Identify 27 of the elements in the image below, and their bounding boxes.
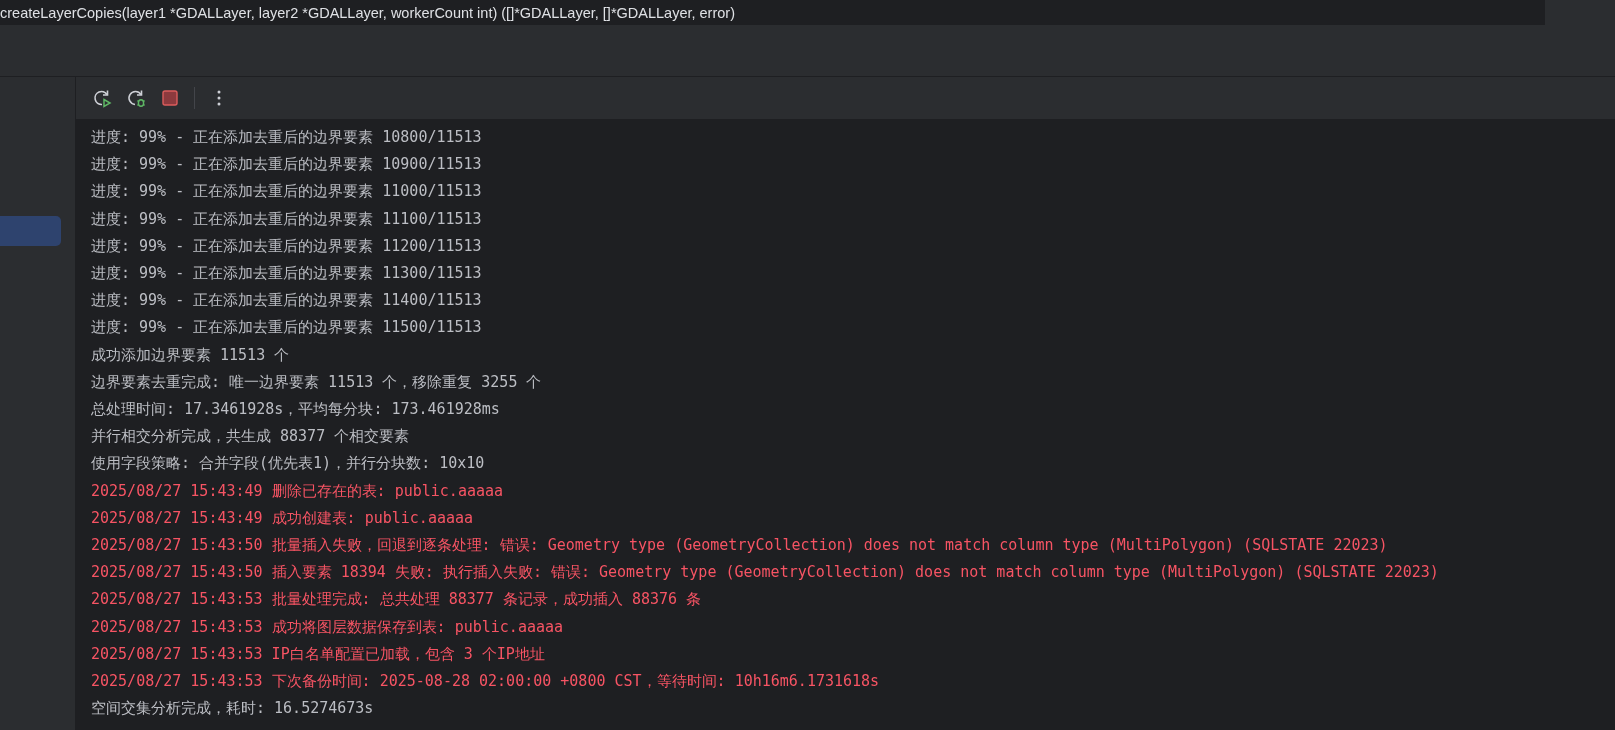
console-line: 使用字段策略: 合并字段(优先表1)，并行分块数: 10x10 bbox=[91, 453, 485, 475]
console-line: 进度: 99% - 正在添加去重后的边界要素 10800/11513 bbox=[91, 127, 482, 148]
console-line: 进度: 99% - 正在添加去重后的边界要素 11400/11513 bbox=[91, 290, 482, 312]
console-line: 进度: 99% - 正在添加去重后的边界要素 11300/11513 bbox=[91, 263, 482, 284]
console-line: 2025/08/27 15:43:53 成功将图层数据保存到表: public.aaaaa bbox=[91, 616, 564, 638]
console-line: 2025/08/27 15:43:50 插入要素 18394 失败: 执行插入失败: 错误: Geometry type (GeometryCollection) does not match column type (MultiPolygon) (SQLSTATE 22023) bbox=[91, 562, 1439, 584]
console-line: 并行相交分析完成，共生成 88377 个相交要素 bbox=[91, 426, 410, 448]
vertical-dots-icon bbox=[217, 90, 221, 106]
console-line: 总处理时间: 17.3461928s，平均每分块: 173.461928ms bbox=[91, 399, 500, 421]
console-line: 2025/08/27 15:43:53 IP白名单配置已加载，包含 3 个IP地址 bbox=[91, 643, 545, 665]
rerun-debug-icon bbox=[126, 88, 146, 108]
console-line: 2025/08/27 15:43:53 下次备份时间: 2025-08-28 02:00:00 +0800 CST，等待时间: 10h16m6.1731618s bbox=[91, 671, 880, 693]
console-line: 2025/08/27 15:43:49 成功创建表: public.aaaaa bbox=[91, 507, 474, 529]
rerun-icon bbox=[92, 88, 112, 108]
stop-icon bbox=[160, 88, 180, 108]
console-line: 进度: 99% - 正在添加去重后的边界要素 10900/11513 bbox=[91, 154, 482, 176]
console-line: 边界要素去重完成: 唯一边界要素 11513 个，移除重复 3255 个 bbox=[91, 371, 542, 393]
console-line: 2025/08/27 15:43:49 删除已存在的表: public.aaaaa bbox=[91, 480, 504, 502]
method-signature: createLayerCopies(layer1 *GDALLayer, layer2 *GDALLayer, workerCount int) ([]*GDALLayer, []*GDALLayer, error) bbox=[0, 4, 736, 21]
console-line: 2025/08/27 15:43:53 批量处理完成: 总共处理 88377 条记录，成功插入 88376 条 bbox=[91, 589, 702, 611]
console-line: 进度: 99% - 正在添加去重后的边界要素 11200/11513 bbox=[91, 235, 482, 257]
console-line: 进度: 99% - 正在添加去重后的边界要素 11100/11513 bbox=[91, 208, 482, 230]
console-line: 进度: 99% - 正在添加去重后的边界要素 11500/11513 bbox=[91, 317, 482, 339]
console-line: 空间交集分析完成，耗时: 16.5274673s bbox=[91, 698, 374, 720]
console-line: 成功添加边界要素 11513 个 bbox=[91, 344, 290, 366]
console-line: 2025/08/27 15:43:50 批量插入失败，回退到逐条处理: 错误: Geometry type (GeometryCollection) does not match column type (MultiPolygon) (SQLSTATE 22023) bbox=[91, 535, 1388, 557]
console-line: 进度: 99% - 正在添加去重后的边界要素 11000/11513 bbox=[91, 181, 482, 203]
